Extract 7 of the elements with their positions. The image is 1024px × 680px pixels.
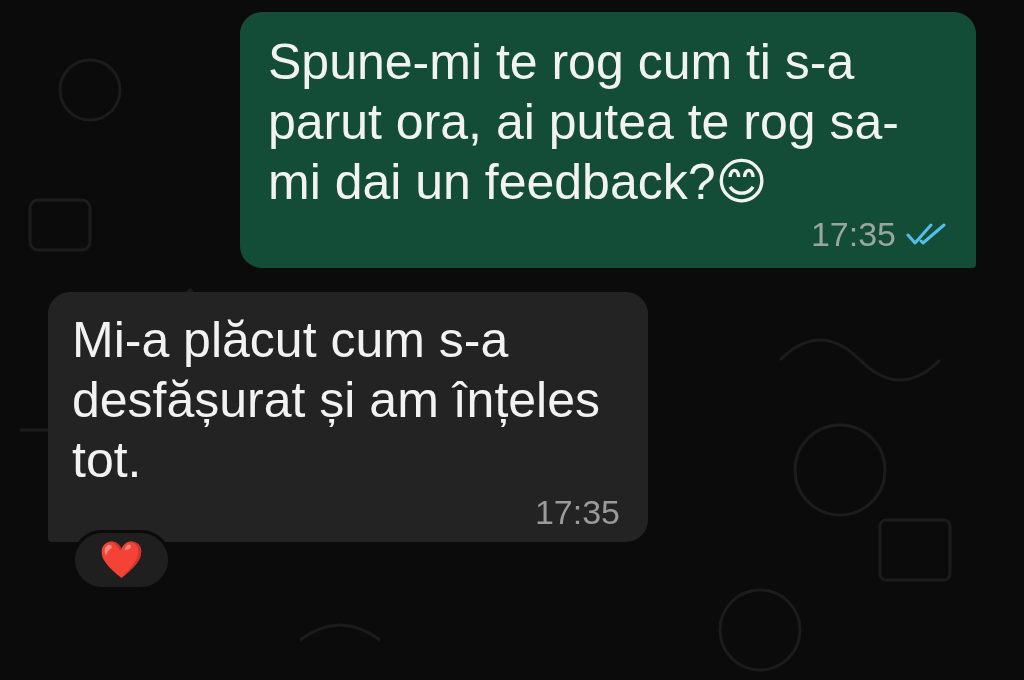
message-text: Spune-mi te rog cum ti s-a parut ora, ai putea te rog sa-mi dai un feedback?😊 (268, 33, 900, 212)
reaction-badge[interactable]: ❤ (72, 530, 171, 590)
message-time: 17:35 (534, 492, 620, 533)
message-bubble[interactable]: Mi-a plăcut cum s-a desfășurat și am înțeles tot. 17:35 (48, 292, 648, 542)
message-bubble[interactable]: Spune-mi te rog cum ti s-a parut ora, ai putea te rog sa-mi dai un feedback?😊 17:35 (240, 12, 976, 268)
message-text: Mi-a plăcut cum s-a desfășurat și am înțeles tot. (72, 311, 602, 490)
message-time: 17:35 (810, 214, 896, 255)
